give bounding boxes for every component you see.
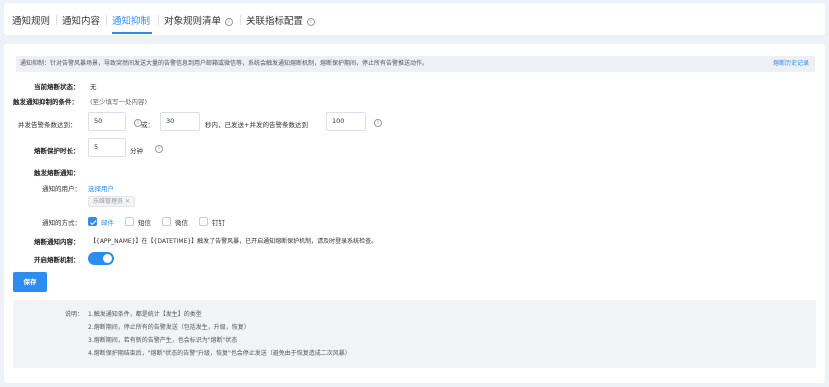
duration-unit: 分钟 xyxy=(130,147,143,155)
total-count-input[interactable]: 100 xyxy=(326,112,366,131)
info-icon: i xyxy=(225,18,234,26)
info-icon: i xyxy=(374,119,382,127)
status-value: 无 xyxy=(90,83,97,91)
method-sms-label: 短信 xyxy=(138,219,151,227)
checkbox-wechat[interactable] xyxy=(162,217,171,226)
tab-object-rules-label: 对象规则清单 xyxy=(164,16,222,27)
tab-metric-config[interactable]: 关联指标配置 i xyxy=(246,13,316,27)
concurrent-count-input[interactable]: 50 xyxy=(88,112,126,131)
checkbox-sms[interactable] xyxy=(125,217,134,226)
checkbox-email[interactable] xyxy=(88,217,97,226)
tab-divider xyxy=(158,15,159,25)
suppression-panel: 通知抑制：针对告警风暴场景，导致突然间发送大量的告警信息到用户邮箱或微信等，系统… xyxy=(4,44,825,383)
seconds-input[interactable]: 30 xyxy=(160,112,200,131)
notify-content-text: 【{APP_NAME}】在【{DATETIME}】触发了告警风暴，已开启通知熔断… xyxy=(90,238,378,245)
duration-input[interactable]: 5 xyxy=(88,138,126,157)
notes-line: 1.触发通知条件，都是统计【发生】的类型 xyxy=(88,311,202,318)
notes-line: 4.熔断保护期结束后，"熔断"状态的告警"升级，恢复"也会停止发送（避免由于恢复… xyxy=(88,350,351,357)
or-label: 或： xyxy=(141,121,154,129)
tab-divider xyxy=(56,15,57,25)
method-email-label: 邮件 xyxy=(101,219,114,227)
info-icon: i xyxy=(155,145,163,153)
duration-label: 熔断保护时长： xyxy=(34,147,80,155)
notify-heading: 触发熔断通知： xyxy=(34,169,80,177)
tab-divider xyxy=(240,15,241,25)
suppression-toggle[interactable] xyxy=(88,252,114,265)
tab-notify-suppression[interactable]: 通知抑制 xyxy=(112,13,150,27)
notify-user-label: 通知的用户： xyxy=(42,185,81,193)
info-icon: i xyxy=(307,18,316,26)
tab-divider xyxy=(106,15,107,25)
seconds-text: 秒内，已发送+并发的告警条数达到 xyxy=(205,121,308,129)
notes-box: 说明： 1.触发通知条件，都是统计【发生】的类型 2.熔断期间，停止所有的告警发… xyxy=(13,300,816,368)
switch-label: 开启熔断机制： xyxy=(34,256,80,264)
notes-title: 说明： xyxy=(65,311,84,318)
checkbox-dingtalk[interactable] xyxy=(199,217,208,226)
condition-label: 触发通知抑制的条件： xyxy=(13,98,78,106)
tab-metric-config-label: 关联指标配置 xyxy=(246,16,304,27)
alert-text: 通知抑制：针对告警风暴场景，导致突然间发送大量的告警信息到用户邮箱或微信等，系统… xyxy=(20,60,429,67)
notify-method-label: 通知的方式： xyxy=(42,219,81,227)
user-tag: 乐维管理员 × xyxy=(88,196,135,207)
tab-notify-rules[interactable]: 通知规则 xyxy=(12,13,50,27)
alert-bar: 通知抑制：针对告警风暴场景，导致突然间发送大量的告警信息到用户邮箱或微信等，系统… xyxy=(16,56,815,72)
tab-object-rules[interactable]: 对象规则清单 i xyxy=(164,13,234,27)
notify-content-label: 熔断通知内容： xyxy=(34,238,80,246)
tab-notify-content[interactable]: 通知内容 xyxy=(62,13,100,27)
condition-hint: (至少填写一处内容) xyxy=(90,98,148,106)
save-button[interactable]: 保存 xyxy=(13,272,47,292)
method-dingtalk-label: 钉钉 xyxy=(212,219,225,227)
status-label: 当前熔断状态： xyxy=(34,83,80,91)
history-link[interactable]: 熔断历史记录 xyxy=(773,56,809,72)
tab-bar: 通知规则 通知内容 通知抑制 对象规则清单 i 关联指标配置 i xyxy=(4,3,825,35)
method-wechat-label: 微信 xyxy=(175,219,188,227)
active-tab-indicator xyxy=(112,32,152,34)
close-icon[interactable]: × xyxy=(125,198,130,205)
select-user-link[interactable]: 选择用户 xyxy=(88,183,114,193)
notes-line: 3.熔断期间，若有新的告警产生，也会标识为"熔断"状态 xyxy=(88,337,238,344)
notes-line: 2.熔断期间，停止所有的告警发送（包括发生，升级，恢复） xyxy=(88,324,250,331)
user-tag-label: 乐维管理员 xyxy=(93,198,124,205)
counts-label: 并发告警条数达到： xyxy=(18,121,77,129)
